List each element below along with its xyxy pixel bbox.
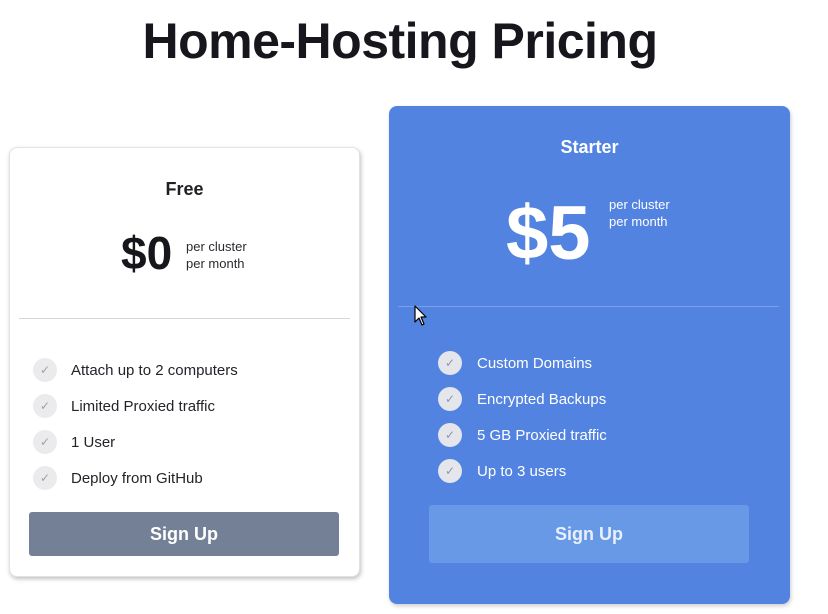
plan-name: Starter [560,137,619,157]
check-icon: ✓ [33,394,57,418]
feature-label: 1 User [71,433,116,451]
feature-list: ✓ Custom Domains ✓ Encrypted Backups ✓ 5… [438,345,607,489]
feature-item: ✓ Deploy from GitHub [33,460,238,496]
check-icon: ✓ [33,358,57,382]
divider [398,306,779,307]
feature-list: ✓ Attach up to 2 computers ✓ Limited Pro… [33,352,238,496]
feature-item: ✓ Custom Domains [438,345,607,381]
price-note-line: per cluster [186,239,247,254]
feature-item: ✓ Up to 3 users [438,453,607,489]
feature-label: Attach up to 2 computers [71,361,238,379]
feature-label: Up to 3 users [477,462,567,480]
check-icon: ✓ [438,351,462,375]
feature-label: Limited Proxied traffic [71,397,215,415]
price-note: per cluster per month [609,196,670,230]
divider [19,318,350,319]
feature-item: ✓ Encrypted Backups [438,381,607,417]
feature-label: Custom Domains [477,354,593,372]
feature-label: Encrypted Backups [477,390,607,408]
plan-card-free: Free $0 per cluster per month ✓ Attach u… [9,147,360,577]
check-icon: ✓ [438,387,462,411]
check-icon: ✓ [33,430,57,454]
feature-label: Deploy from GitHub [71,469,203,487]
plan-price: $5 [506,191,591,276]
price-note: per cluster per month [186,238,247,272]
price-note-line: per month [186,256,245,271]
sign-up-button-starter[interactable]: Sign Up [429,505,749,563]
feature-label: 5 GB Proxied traffic [477,426,607,444]
check-icon: ✓ [33,466,57,490]
plan-name: Free [165,179,204,199]
page-title: Home-Hosting Pricing [142,13,658,69]
feature-item: ✓ Limited Proxied traffic [33,388,238,424]
plan-price: $0 [121,227,173,279]
feature-item: ✓ 1 User [33,424,238,460]
check-icon: ✓ [438,459,462,483]
mouse-cursor-icon [414,305,427,326]
price-note-line: per cluster [609,197,670,212]
price-note-line: per month [609,214,668,229]
plan-card-starter: Starter $5 per cluster per month ✓ Custo… [389,106,790,604]
feature-item: ✓ Attach up to 2 computers [33,352,238,388]
sign-up-button-free[interactable]: Sign Up [29,512,339,556]
check-icon: ✓ [438,423,462,447]
feature-item: ✓ 5 GB Proxied traffic [438,417,607,453]
